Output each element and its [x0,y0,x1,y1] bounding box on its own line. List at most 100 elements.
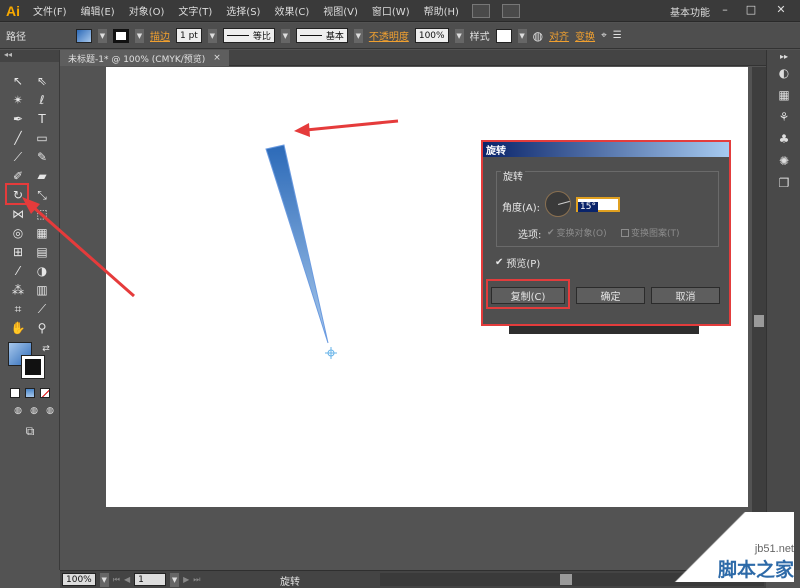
close-tab-icon[interactable]: × [213,53,221,63]
watermark-url: jb51.net [754,543,794,555]
rectangle-tool-icon[interactable]: ▭ [32,129,52,147]
chevron-down-icon[interactable]: ▼ [517,28,527,43]
vertical-scroll-thumb[interactable] [754,315,764,327]
document-tab-title: 未标题-1* @ 100% (CMYK/预览) [68,54,206,65]
panel-grip[interactable]: ◂◂ [0,50,59,62]
document-tab[interactable]: 未标题-1* @ 100% (CMYK/预览) × [60,50,229,66]
workspace-switcher[interactable]: 基本功能 [670,4,710,19]
panel-dock: ▸▸ ◐ ▦ ⚘ ♣ ✺ ❐ [766,50,800,570]
checkmark-icon: ✔ [547,227,555,238]
arrange-documents-button[interactable] [501,3,520,18]
brush-definition[interactable]: 基本 [295,28,348,43]
graphic-style-swatch[interactable] [495,28,512,43]
menu-window[interactable]: 窗口(W) [365,3,417,18]
direct-selection-tool-icon[interactable]: ⇖ [32,72,52,90]
type-tool-icon[interactable]: T [32,110,52,128]
color-panel-icon[interactable]: ◐ [767,62,800,84]
transform-pattern-label: 变换图案(T) [631,229,680,239]
zoom-input[interactable]: 100% [62,573,96,586]
artboard-number-input[interactable]: 1 [134,573,167,586]
stroke-panel-link[interactable]: 描边 [150,28,170,43]
chevron-down-icon[interactable]: ▼ [98,28,107,43]
rotate-group-label: 旋转 [501,168,525,183]
first-page-icon[interactable]: ⏮ [113,575,120,585]
chevron-down-icon[interactable]: ▼ [135,28,144,43]
angle-dial[interactable] [545,191,571,217]
color-mode-icon[interactable] [10,388,20,398]
hand-tool-icon[interactable]: ✋ [8,319,28,337]
swatches-panel-icon[interactable]: ▦ [767,84,800,106]
menu-type[interactable]: 文字(T) [171,3,219,18]
layers-panel-icon[interactable]: ❐ [767,172,800,194]
line-tool-icon[interactable]: ╱ [8,129,28,147]
transform-pattern-option: 变换图案(T) [621,226,680,239]
chevron-down-icon[interactable]: ▼ [99,572,109,587]
symbols-panel-icon[interactable]: ♣ [767,128,800,150]
opacity-link[interactable]: 不透明度 [369,28,409,43]
style-label: 样式 [469,32,490,43]
menu-edit[interactable]: 编辑(E) [74,3,122,18]
menu-object[interactable]: 对象(O) [122,3,172,18]
cancel-button[interactable]: 取消 [651,287,720,304]
control-menu-icon[interactable]: ☰ [613,30,622,41]
preview-checkbox[interactable]: ✔ 预览(P) [495,255,540,270]
menu-effect[interactable]: 效果(C) [267,3,316,18]
screen-mode-icon[interactable]: ⧉ [20,422,40,440]
transform-link[interactable]: 变换 [575,28,595,43]
chevron-down-icon[interactable]: ▼ [280,28,290,43]
stroke-weight-input[interactable]: 1 pt [176,28,202,43]
close-window-button[interactable]: ✕ [770,0,792,18]
none-mode-icon[interactable] [40,388,50,398]
dock-grip[interactable]: ▸▸ [767,50,800,62]
stroke-color-box[interactable] [21,355,45,379]
recolor-icon[interactable]: ◍ [533,29,543,43]
brushes-panel-icon[interactable]: ⚘ [767,106,800,128]
magic-wand-tool-icon[interactable]: ✴ [8,91,28,109]
bridge-button[interactable] [471,3,490,18]
lasso-tool-icon[interactable]: ℓ [32,91,52,109]
illustrator-window: Ai 文件(F) 编辑(E) 对象(O) 文字(T) 选择(S) 效果(C) 视… [0,0,800,588]
draw-inside-icon[interactable]: ◍ [40,402,60,420]
gradient-mode-icon[interactable] [25,388,35,398]
variable-width-profile[interactable]: 等比 [222,28,275,43]
menu-file[interactable]: 文件(F) [26,3,74,18]
angle-input[interactable]: 15° [576,197,620,212]
copy-button-highlight [486,279,570,309]
transform-objects-label: 变换对象(O) [556,229,607,239]
menu-view[interactable]: 视图(V) [316,3,365,18]
appearance-panel-icon[interactable]: ✺ [767,150,800,172]
status-bar: 100% ▼ ⏮ ◀ 1 ▼ ▶ ⏭ 旋转 [60,570,766,588]
chevron-down-icon[interactable]: ▼ [170,572,180,587]
zoom-tool-icon[interactable]: ⚲ [32,319,52,337]
fill-swatch[interactable] [76,28,92,43]
object-type-label: 路径 [6,32,26,43]
checkmark-icon: ✔ [495,257,504,268]
align-link[interactable]: 对齐 [549,28,569,43]
dialog-shadow [509,326,699,334]
angle-needle [558,200,570,205]
last-page-icon[interactable]: ⏭ [193,575,200,585]
vertical-scrollbar[interactable] [752,67,766,570]
menu-help[interactable]: 帮助(H) [417,3,466,18]
dialog-title[interactable]: 旋转 [483,142,729,157]
chevron-down-icon[interactable]: ▼ [353,28,363,43]
isolate-icon[interactable]: ⌖ [601,30,607,41]
stroke-swatch[interactable] [113,28,129,43]
triangle-shape[interactable] [265,144,329,344]
chevron-down-icon[interactable]: ▼ [207,28,217,43]
horizontal-scroll-thumb[interactable] [560,574,572,585]
paintbrush-tool-icon[interactable]: ⟋ [8,148,28,166]
prev-page-icon[interactable]: ◀ [124,575,130,584]
pencil-tool-icon[interactable]: ✎ [32,148,52,166]
menu-select[interactable]: 选择(S) [219,3,267,18]
opacity-input[interactable]: 100% [414,28,449,43]
chevron-down-icon[interactable]: ▼ [454,28,464,43]
next-page-icon[interactable]: ▶ [183,575,189,584]
selection-tool-icon[interactable]: ↖ [8,72,28,90]
swap-colors-icon[interactable]: ⇄ [36,340,56,358]
rotation-origin-icon[interactable] [325,347,337,359]
minimize-button[interactable]: – [714,0,736,18]
maximize-button[interactable]: □ [740,0,762,18]
pen-tool-icon[interactable]: ✒ [8,110,28,128]
ok-button[interactable]: 确定 [576,287,645,304]
